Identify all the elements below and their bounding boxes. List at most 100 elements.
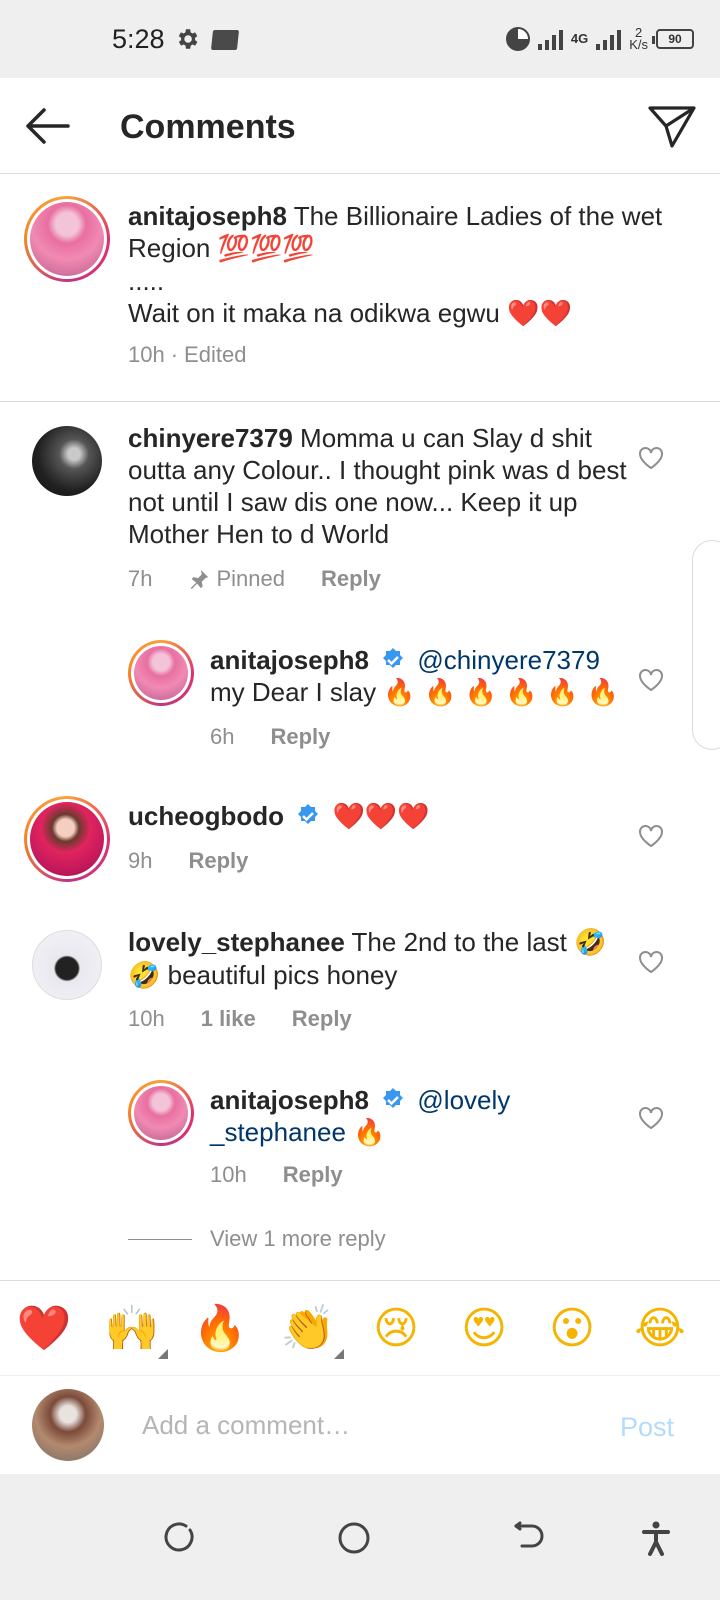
comment-meta: 6h Reply: [210, 724, 330, 750]
like-heart-icon[interactable]: [638, 668, 664, 692]
caption-meta: 10h · Edited: [128, 342, 246, 368]
reply-text: anitajoseph8 @chinyere7379 my Dear I sla…: [210, 644, 630, 709]
mention-link[interactable]: @lovely: [417, 1085, 510, 1115]
comment-username[interactable]: chinyere7379: [128, 423, 293, 453]
comment-text: ucheogbodo ❤️❤️❤️: [128, 800, 628, 833]
comment-username[interactable]: anitajoseph8: [210, 645, 369, 675]
comment-username[interactable]: lovely_stephanee: [128, 927, 345, 957]
verified-badge-icon: [383, 648, 404, 668]
comment-meta: 7h Pinned Reply: [128, 566, 381, 592]
signal-icon-2: [596, 28, 622, 50]
comment-username[interactable]: anitajoseph8: [210, 1085, 369, 1115]
divider: [128, 1238, 192, 1240]
emoji-fire[interactable]: 🔥: [190, 1301, 250, 1357]
mention-link-2[interactable]: _stephanee: [210, 1117, 346, 1147]
scroll-indicator: [692, 540, 720, 750]
back-nav-icon[interactable]: [508, 1518, 548, 1558]
back-arrow-icon[interactable]: [22, 104, 72, 148]
comment-body: my Dear I slay: [210, 677, 377, 707]
fire-emoji: 🔥: [353, 1118, 386, 1148]
rotate-icon[interactable]: [160, 1518, 200, 1558]
emoji-heart[interactable]: ❤️: [14, 1301, 74, 1357]
meta-separator: ·: [170, 342, 179, 367]
reply-button[interactable]: Reply: [292, 1006, 352, 1032]
verified-badge-icon: [298, 804, 319, 824]
emoji-quick-bar: ❤️ 🙌 🔥 👏 😢 😍 😮 😂: [0, 1280, 720, 1376]
post-caption: anitajoseph8 The Billionaire Ladies of t…: [0, 174, 720, 402]
direct-send-icon[interactable]: [646, 102, 698, 150]
comment-meta: 10h 1 like Reply: [128, 1006, 352, 1032]
reply-button[interactable]: Reply: [188, 848, 248, 874]
network-speed: 2 K/s: [629, 26, 648, 52]
reply-text: anitajoseph8 @lovely _stephanee 🔥: [210, 1084, 630, 1149]
comment-time: 7h: [128, 566, 153, 591]
emoji-heart-eyes[interactable]: 😍: [454, 1301, 514, 1357]
comment-meta: 10h Reply: [210, 1162, 343, 1188]
hundred-emoji: 💯💯💯: [217, 234, 315, 264]
caption-username[interactable]: anitajoseph8: [128, 201, 287, 231]
mention-link[interactable]: @chinyere7379: [417, 645, 600, 675]
caption-time: 10h: [128, 342, 165, 367]
reply-button[interactable]: Reply: [270, 724, 330, 750]
fire-emoji: 🔥 🔥 🔥 🔥 🔥 🔥: [383, 678, 619, 708]
avatar[interactable]: [32, 426, 102, 496]
system-nav-bar: [0, 1474, 720, 1600]
my-avatar: [32, 1389, 104, 1461]
comments-header: Comments: [0, 78, 720, 174]
status-time: 5:28: [112, 24, 165, 54]
view-more-label: View 1 more reply: [210, 1226, 386, 1251]
reply-button[interactable]: Reply: [283, 1162, 343, 1188]
status-bar: 5:28 4G 2 K/s 90: [0, 0, 720, 78]
data-saver-icon: [505, 27, 530, 51]
sim-card-icon: [210, 30, 240, 50]
comment-meta: 9h Reply: [128, 848, 248, 874]
emoji-raised-hands[interactable]: 🙌: [102, 1301, 168, 1359]
comment-text: chinyere7379 Momma u can Slay d shit out…: [128, 422, 628, 550]
comment-time: 10h: [128, 1006, 165, 1031]
avatar[interactable]: [128, 640, 194, 706]
verified-badge-icon: [383, 1088, 404, 1108]
comment-time: 9h: [128, 848, 153, 873]
speed-unit: K/s: [629, 37, 648, 52]
emoji-clapping[interactable]: 👏: [278, 1301, 344, 1359]
like-heart-icon[interactable]: [638, 824, 664, 848]
heart-emoji: ❤️❤️: [507, 299, 572, 329]
like-heart-icon[interactable]: [638, 446, 664, 470]
comment-time: 10h: [210, 1162, 247, 1187]
pinned-label: Pinned: [188, 566, 285, 592]
reply-button[interactable]: Reply: [321, 566, 381, 592]
avatar[interactable]: [24, 196, 110, 282]
avatar[interactable]: [32, 930, 102, 1000]
emoji-laughing[interactable]: 😂: [630, 1301, 690, 1357]
battery-icon: 90: [652, 29, 694, 49]
like-heart-icon[interactable]: [638, 1106, 664, 1130]
signal-icon: [537, 28, 563, 50]
caption-dots: .....: [128, 266, 165, 296]
gear-icon: [178, 29, 198, 49]
home-icon[interactable]: [334, 1518, 374, 1558]
comment-body: The 2nd to the last: [351, 927, 567, 957]
pin-icon: [191, 569, 209, 590]
comment-username[interactable]: ucheogbodo: [128, 801, 284, 831]
avatar[interactable]: [128, 1080, 194, 1146]
avatar[interactable]: [24, 796, 110, 882]
caption-line2: Wait on it maka na odikwa egwu: [128, 298, 500, 328]
comment-time: 6h: [210, 724, 235, 749]
comment-body-2: beautiful pics honey: [167, 960, 398, 990]
emoji-surprised[interactable]: 😮: [542, 1301, 602, 1357]
post-button[interactable]: Post: [620, 1412, 674, 1443]
like-heart-icon[interactable]: [638, 950, 664, 974]
comment-composer: Post: [0, 1376, 720, 1474]
accessibility-icon[interactable]: [636, 1518, 676, 1558]
view-more-replies[interactable]: View 1 more reply: [128, 1226, 386, 1252]
status-indicators: 4G 2 K/s 90: [505, 24, 694, 54]
likes-count[interactable]: 1 like: [201, 1006, 256, 1032]
comment-text: lovely_stephanee The 2nd to the last 🤣 🤣…: [128, 926, 628, 992]
comment-input[interactable]: [142, 1400, 582, 1450]
page-title: Comments: [120, 108, 296, 146]
emoji-crying[interactable]: 😢: [366, 1301, 426, 1357]
rofl-emoji: 🤣: [574, 928, 607, 958]
rofl-emoji: 🤣: [128, 961, 161, 991]
caption-text: anitajoseph8 The Billionaire Ladies of t…: [128, 200, 688, 330]
caption-edited: Edited: [184, 342, 247, 367]
